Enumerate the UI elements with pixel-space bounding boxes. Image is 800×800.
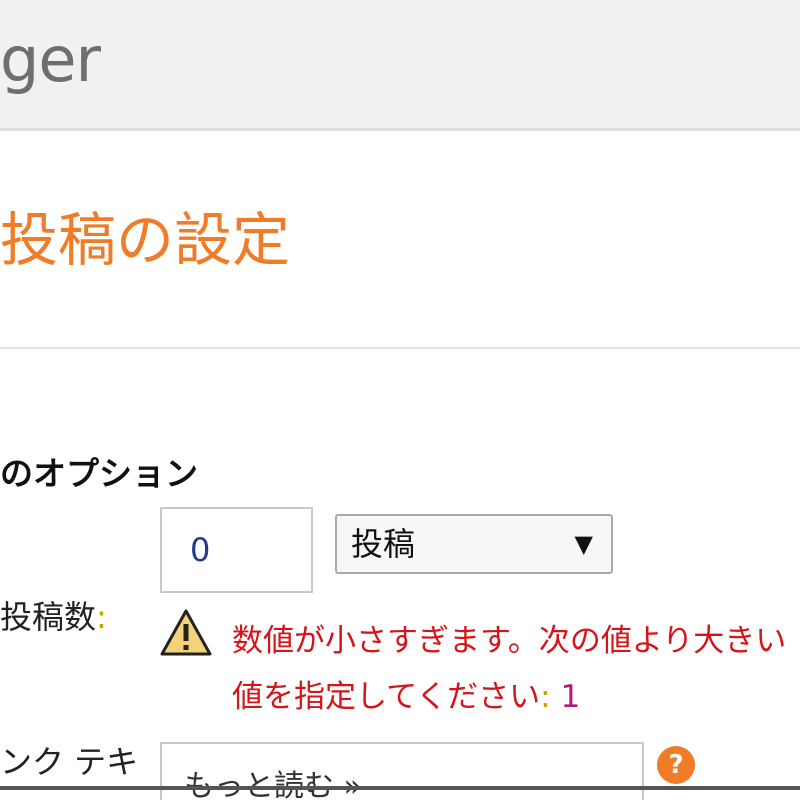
posts-unit-select[interactable]: 投稿 ▼ [335, 514, 613, 574]
section-heading: のオプション [0, 454, 198, 493]
link-text-input[interactable] [160, 742, 644, 800]
warning-min-value: 1 [560, 679, 581, 715]
warning-message-text: 数値が小さすぎます。次の値より大きい値を指定してください [232, 623, 787, 715]
chevron-down-icon: ▼ [574, 530, 593, 558]
warning-message: 数値が小さすぎます。次の値より大きい値を指定してください: 1 [232, 613, 800, 725]
warning-icon [160, 609, 212, 656]
link-text-label: ンク テキ [0, 743, 139, 781]
window-bottom-edge [0, 786, 800, 790]
dialog-title: 投稿の設定 [0, 206, 291, 274]
posts-count-label-colon: : [96, 598, 107, 636]
posts-unit-select-value: 投稿 [351, 525, 416, 563]
page: ger 投稿の設定 のオプション 投稿 ▼ 投稿数: 数値が小さすぎます。次の値… [0, 0, 800, 800]
warning-message-colon: : [540, 679, 551, 715]
posts-count-label-text: 投稿数 [0, 598, 97, 636]
posts-count-label: 投稿数: [0, 595, 107, 639]
help-icon[interactable]: ? [657, 746, 695, 784]
app-header: ger [0, 0, 800, 131]
app-title: ger [0, 23, 101, 96]
posts-count-input[interactable] [160, 507, 313, 593]
